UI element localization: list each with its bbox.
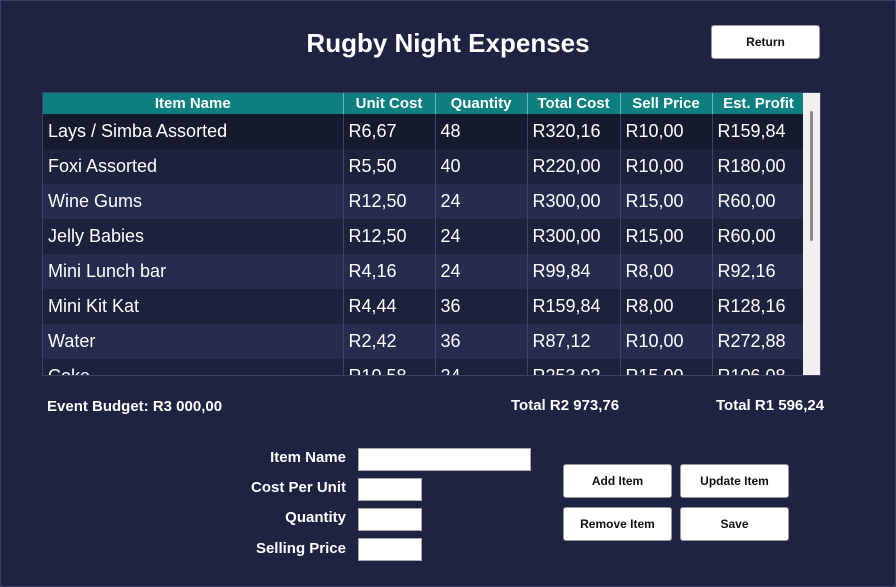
cell-unit-cost[interactable]: R2,42 bbox=[343, 324, 436, 359]
cell-sell-price[interactable]: R8,00 bbox=[620, 289, 713, 324]
cell-item-name[interactable]: Water bbox=[43, 324, 344, 359]
quantity-label: Quantity bbox=[285, 509, 346, 526]
cell-total-cost[interactable]: R220,00 bbox=[527, 149, 621, 184]
total-profit-label: Total R1 596,24 bbox=[716, 397, 825, 414]
selling-price-label: Selling Price bbox=[255, 540, 346, 557]
col-header-unit-cost[interactable]: Unit Cost bbox=[343, 93, 436, 114]
table-row[interactable]: Jelly Babies R12,50 24 R300,00 R15,00 R60,00 bbox=[43, 219, 806, 254]
cell-total-cost[interactable]: R300,00 bbox=[527, 219, 621, 254]
cell-est-profit[interactable]: R159,84 bbox=[712, 114, 806, 149]
cell-unit-cost[interactable]: R5,50 bbox=[343, 149, 436, 184]
cell-total-cost[interactable]: R99,84 bbox=[527, 254, 621, 289]
cell-quantity[interactable]: 36 bbox=[435, 289, 528, 324]
selling-price-input[interactable] bbox=[358, 538, 422, 561]
scrollbar-thumb[interactable] bbox=[810, 111, 813, 241]
cost-per-unit-input[interactable] bbox=[358, 478, 422, 501]
table-row[interactable]: Water R2,42 36 R87,12 R10,00 R272,88 bbox=[43, 324, 806, 359]
update-item-button[interactable]: Update Item bbox=[680, 464, 789, 498]
table-header-row: Item Name Unit Cost Quantity Total Cost … bbox=[43, 93, 806, 114]
remove-item-button[interactable]: Remove Item bbox=[563, 507, 672, 541]
cell-item-name[interactable]: Foxi Assorted bbox=[43, 149, 344, 184]
return-button[interactable]: Return bbox=[711, 25, 820, 59]
cell-sell-price[interactable]: R10,00 bbox=[620, 324, 713, 359]
total-cost-label: Total R2 973,76 bbox=[511, 397, 620, 414]
cell-item-name[interactable]: Jelly Babies bbox=[43, 219, 344, 254]
cell-est-profit[interactable]: R92,16 bbox=[712, 254, 806, 289]
cell-total-cost[interactable]: R253,92 bbox=[527, 359, 621, 375]
cell-quantity[interactable]: 24 bbox=[435, 359, 528, 375]
table-row[interactable]: Foxi Assorted R5,50 40 R220,00 R10,00 R180,00 bbox=[43, 149, 806, 184]
cell-unit-cost[interactable]: R4,16 bbox=[343, 254, 436, 289]
cell-est-profit[interactable]: R60,00 bbox=[712, 219, 806, 254]
table-row[interactable]: Mini Kit Kat R4,44 36 R159,84 R8,00 R128,16 bbox=[43, 289, 806, 324]
cell-item-name[interactable]: Wine Gums bbox=[43, 184, 344, 219]
cell-sell-price[interactable]: R15,00 bbox=[620, 359, 713, 375]
add-item-button[interactable]: Add Item bbox=[563, 464, 672, 498]
table-row[interactable]: Mini Lunch bar R4,16 24 R99,84 R8,00 R92,16 bbox=[43, 254, 806, 289]
save-button[interactable]: Save bbox=[680, 507, 789, 541]
cell-unit-cost[interactable]: R10,58 bbox=[343, 359, 436, 375]
cell-item-name[interactable]: Coke bbox=[43, 359, 344, 375]
cell-quantity[interactable]: 40 bbox=[435, 149, 528, 184]
cell-quantity[interactable]: 36 bbox=[435, 324, 528, 359]
item-name-input[interactable] bbox=[358, 448, 531, 471]
quantity-input[interactable] bbox=[358, 508, 422, 531]
col-header-quantity[interactable]: Quantity bbox=[435, 93, 528, 114]
table-row[interactable]: Wine Gums R12,50 24 R300,00 R15,00 R60,00 bbox=[43, 184, 806, 219]
col-header-total-cost[interactable]: Total Cost bbox=[527, 93, 621, 114]
cell-total-cost[interactable]: R87,12 bbox=[527, 324, 621, 359]
item-name-label: Item Name bbox=[270, 449, 346, 466]
cell-unit-cost[interactable]: R12,50 bbox=[343, 184, 436, 219]
cell-est-profit[interactable]: R106,08 bbox=[712, 359, 806, 375]
table-row[interactable]: Coke R10,58 24 R253,92 R15,00 R106,08 bbox=[43, 359, 806, 375]
cell-est-profit[interactable]: R60,00 bbox=[712, 184, 806, 219]
cell-quantity[interactable]: 24 bbox=[435, 219, 528, 254]
expenses-table[interactable]: Item Name Unit Cost Quantity Total Cost … bbox=[42, 92, 821, 376]
cell-item-name[interactable]: Mini Kit Kat bbox=[43, 289, 344, 324]
table-row[interactable]: Lays / Simba Assorted R6,67 48 R320,16 R10,0… bbox=[43, 114, 806, 149]
cell-unit-cost[interactable]: R4,44 bbox=[343, 289, 436, 324]
vertical-scrollbar[interactable] bbox=[803, 93, 820, 375]
cost-per-unit-label: Cost Per Unit bbox=[250, 479, 346, 496]
col-header-est-profit[interactable]: Est. Profit bbox=[712, 93, 806, 114]
cell-est-profit[interactable]: R128,16 bbox=[712, 289, 806, 324]
cell-total-cost[interactable]: R300,00 bbox=[527, 184, 621, 219]
cell-est-profit[interactable]: R180,00 bbox=[712, 149, 806, 184]
cell-item-name[interactable]: Lays / Simba Assorted bbox=[43, 114, 344, 149]
col-header-sell-price[interactable]: Sell Price bbox=[620, 93, 713, 114]
cell-est-profit[interactable]: R272,88 bbox=[712, 324, 806, 359]
cell-sell-price[interactable]: R8,00 bbox=[620, 254, 713, 289]
cell-quantity[interactable]: 24 bbox=[435, 184, 528, 219]
cell-sell-price[interactable]: R15,00 bbox=[620, 184, 713, 219]
cell-sell-price[interactable]: R10,00 bbox=[620, 114, 713, 149]
cell-quantity[interactable]: 24 bbox=[435, 254, 528, 289]
cell-unit-cost[interactable]: R6,67 bbox=[343, 114, 436, 149]
cell-quantity[interactable]: 48 bbox=[435, 114, 528, 149]
cell-total-cost[interactable]: R159,84 bbox=[527, 289, 621, 324]
expenses-grid: Item Name Unit Cost Quantity Total Cost … bbox=[43, 93, 806, 375]
cell-unit-cost[interactable]: R12,50 bbox=[343, 219, 436, 254]
cell-sell-price[interactable]: R15,00 bbox=[620, 219, 713, 254]
col-header-item-name[interactable]: Item Name bbox=[43, 93, 344, 114]
cell-sell-price[interactable]: R10,00 bbox=[620, 149, 713, 184]
event-budget-label: Event Budget: R3 000,00 bbox=[47, 398, 223, 415]
cell-item-name[interactable]: Mini Lunch bar bbox=[43, 254, 344, 289]
cell-total-cost[interactable]: R320,16 bbox=[527, 114, 621, 149]
